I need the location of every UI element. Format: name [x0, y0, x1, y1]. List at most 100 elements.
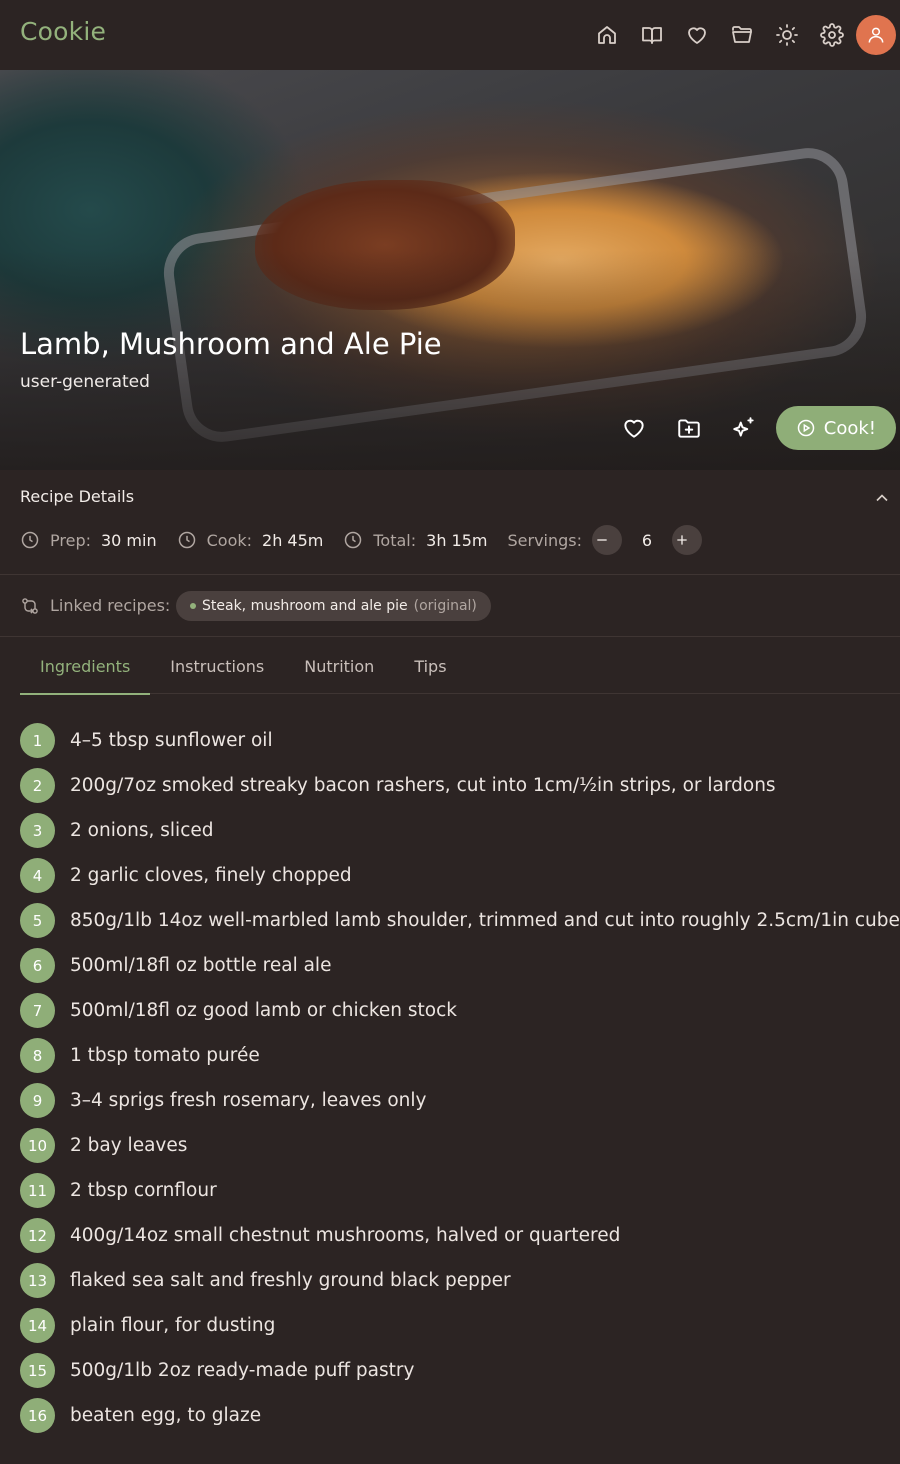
ingredient-item[interactable]: 1 4–5 tbsp sunflower oil — [20, 718, 900, 763]
tab-nutrition[interactable]: Nutrition — [284, 638, 394, 694]
cook-label: Cook: — [206, 530, 253, 550]
ingredient-item[interactable]: 3 2 onions, sliced — [20, 808, 900, 853]
ingredient-item[interactable]: 16 beaten egg, to glaze — [20, 1393, 900, 1438]
ingredient-number: 15 — [20, 1353, 55, 1388]
ingredient-item[interactable]: 9 3–4 sprigs fresh rosemary, leaves only — [20, 1078, 900, 1123]
nav-icons — [584, 15, 896, 55]
home-icon[interactable] — [584, 15, 629, 55]
ingredient-text: 200g/7oz smoked streaky bacon rashers, c… — [70, 775, 776, 796]
ingredient-item[interactable]: 11 2 tbsp cornflour — [20, 1168, 900, 1213]
ingredient-number: 11 — [20, 1173, 55, 1208]
servings-decrease-button[interactable] — [592, 525, 623, 555]
heart-icon[interactable] — [674, 15, 719, 55]
ingredient-text: 2 tbsp cornflour — [70, 1180, 217, 1201]
prep-value: 30 min — [100, 530, 157, 550]
ingredient-number: 4 — [20, 858, 55, 893]
recipe-title: Lamb, Mushroom and Ale Pie — [20, 327, 442, 361]
heart-icon — [624, 419, 644, 438]
cook-value: 2h 45m — [262, 530, 324, 550]
ingredient-text: 500ml/18fl oz bottle real ale — [70, 955, 332, 976]
linked-recipe-tag: (original) — [413, 598, 477, 614]
linked-recipes-label: Linked recipes: — [50, 596, 171, 615]
servings-increase-button[interactable] — [672, 525, 703, 555]
ingredient-number: 8 — [20, 1038, 55, 1073]
cook-button-label: Cook! — [823, 417, 876, 439]
hero-image: Lamb, Mushroom and Ale Pie user-generate… — [0, 70, 900, 470]
ingredients-list: 1 4–5 tbsp sunflower oil 2 200g/7oz smoked … — [20, 718, 900, 1438]
ingredient-item[interactable]: 13 flaked sea salt and freshly ground bla… — [20, 1258, 900, 1303]
ingredient-number: 5 — [20, 903, 55, 938]
book-icon[interactable] — [629, 15, 674, 55]
play-circle-icon — [797, 419, 815, 437]
cook-button[interactable]: Cook! — [775, 406, 896, 450]
servings-value: 6 — [641, 530, 653, 550]
folder-plus-icon — [678, 419, 700, 438]
ingredient-number: 10 — [20, 1128, 55, 1163]
prep-time: Prep: 30 min — [20, 530, 157, 550]
total-label: Total: — [373, 530, 417, 550]
tab-ingredients[interactable]: Ingredients — [20, 638, 151, 695]
clock-icon — [21, 531, 39, 549]
ingredient-text: plain flour, for dusting — [70, 1315, 276, 1336]
sun-icon[interactable] — [764, 15, 809, 55]
hero-actions: Cook! — [607, 406, 896, 450]
ingredient-text: 2 garlic cloves, finely chopped — [70, 865, 352, 886]
ingredient-number: 14 — [20, 1308, 55, 1343]
ingredient-text: 2 bay leaves — [70, 1135, 188, 1156]
ingredient-item[interactable]: 6 500ml/18fl oz bottle real ale — [20, 943, 900, 988]
user-icon — [868, 27, 884, 43]
tab-tips[interactable]: Tips — [394, 638, 466, 694]
user-avatar[interactable] — [856, 15, 896, 55]
recipe-source: user-generated — [20, 372, 150, 392]
favorite-button[interactable] — [607, 406, 662, 450]
ingredient-number: 3 — [20, 813, 55, 848]
ingredient-item[interactable]: 4 2 garlic cloves, finely chopped — [20, 853, 900, 898]
recipe-details: Recipe Details Prep: 30 min Cook: 2h 45m… — [0, 470, 900, 575]
ingredient-item[interactable]: 7 500ml/18fl oz good lamb or chicken stoc… — [20, 988, 900, 1033]
linked-recipes: Linked recipes: Steak, mushroom and ale … — [0, 576, 900, 637]
ingredient-number: 16 — [20, 1398, 55, 1433]
ingredient-text: beaten egg, to glaze — [70, 1405, 262, 1426]
ingredient-number: 9 — [20, 1083, 55, 1118]
ingredient-number: 7 — [20, 993, 55, 1028]
ingredient-text: 1 tbsp tomato purée — [70, 1045, 260, 1066]
add-to-collection-button[interactable] — [662, 406, 717, 450]
ingredient-item[interactable]: 10 2 bay leaves — [20, 1123, 900, 1168]
ingredient-text: 4–5 tbsp sunflower oil — [70, 730, 273, 751]
tab-instructions[interactable]: Instructions — [150, 638, 284, 694]
app-brand[interactable]: Cookie — [20, 17, 106, 46]
ingredient-number: 1 — [20, 723, 55, 758]
ingredient-item[interactable]: 15 500g/1lb 2oz ready-made puff pastry — [20, 1348, 900, 1393]
chevron-up-icon[interactable] — [872, 488, 892, 508]
ingredient-item[interactable]: 8 1 tbsp tomato purée — [20, 1033, 900, 1078]
ingredient-text: 3–4 sprigs fresh rosemary, leaves only — [70, 1090, 427, 1111]
ingredient-text: 2 onions, sliced — [70, 820, 214, 841]
ingredient-item[interactable]: 5 850g/1lb 14oz well-marbled lamb shoulde… — [20, 898, 900, 943]
recipe-details-title: Recipe Details — [20, 487, 135, 506]
linked-recipe-chip[interactable]: Steak, mushroom and ale pie (original) — [176, 591, 491, 621]
servings: Servings: 6 — [508, 525, 703, 555]
ingredient-text: 500ml/18fl oz good lamb or chicken stock — [70, 1000, 457, 1021]
recipe-tabs: Ingredients Instructions Nutrition Tips — [20, 638, 900, 695]
total-value: 3h 15m — [426, 530, 488, 550]
plus-icon — [677, 535, 687, 545]
ingredient-text: 850g/1lb 14oz well-marbled lamb shoulder… — [70, 910, 900, 931]
ai-enhance-button[interactable] — [717, 406, 772, 450]
chip-dot — [190, 603, 196, 609]
top-bar: Cookie — [0, 0, 900, 70]
ingredient-number: 13 — [20, 1263, 55, 1298]
ingredient-item[interactable]: 2 200g/7oz smoked streaky bacon rashers, … — [20, 763, 900, 808]
ingredient-number: 12 — [20, 1218, 55, 1253]
clock-icon — [178, 531, 195, 549]
link-icon — [20, 596, 40, 616]
ingredient-item[interactable]: 14 plain flour, for dusting — [20, 1303, 900, 1348]
total-time: Total: 3h 15m — [343, 530, 488, 550]
ingredient-item[interactable]: 12 400g/14oz small chestnut mushrooms, ha… — [20, 1213, 900, 1258]
ingredient-text: flaked sea salt and freshly ground black… — [70, 1270, 511, 1291]
cook-time: Cook: 2h 45m — [177, 530, 324, 550]
recipe-times: Prep: 30 min Cook: 2h 45m Total: 3h 15m … — [20, 525, 703, 555]
ingredient-text: 400g/14oz small chestnut mushrooms, halv… — [70, 1225, 621, 1246]
ingredient-number: 6 — [20, 948, 55, 983]
folder-icon[interactable] — [719, 15, 764, 55]
gear-icon[interactable] — [809, 15, 854, 55]
